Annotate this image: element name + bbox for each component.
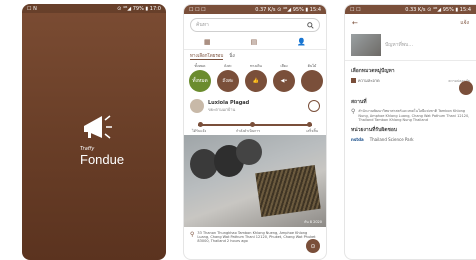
trash-bag (236, 139, 262, 165)
category-button: ทั้งหมด (189, 70, 211, 92)
category-label: ถังสะ (224, 64, 232, 68)
category-title: เลือกหมวดหมู่ปัญหา (351, 68, 395, 74)
post-category: ขยะตามแก่บ้าน (208, 106, 236, 112)
form-header: ← แจ้ง (345, 14, 476, 32)
category-noise[interactable]: เสียง ◀• (272, 63, 296, 92)
traffy-fondue-logo: Traffy Fondue (68, 112, 128, 172)
back-arrow-icon[interactable]: ← (352, 19, 358, 27)
author-name: Luxiola Plagad (208, 99, 250, 106)
post-address: ⚲ 33 Thanon Thungkhao Tambon Khlong Nuen… (184, 227, 326, 247)
straw-pile (255, 165, 321, 217)
splash-screen: ☐ N ⊙ ⁴ᴳ◢ 79% ▮ 17:0 Traffy Fondue (22, 4, 166, 260)
checkbox-label: ความสะอาด (358, 78, 380, 83)
post-header: Luxiola Plagad ขยะตามแก่บ้าน (184, 95, 326, 117)
nav-list-icon[interactable]: ▤ (251, 38, 258, 46)
category-label: ทั้งหมด (194, 64, 206, 68)
bookmark-button[interactable] (308, 100, 320, 112)
sub-tabs: ทางเลือกโดยรอบ นิ่ง (184, 52, 326, 60)
category-label: ต้นไม้ (307, 64, 317, 68)
send-button[interactable]: แจ้ง (460, 19, 469, 27)
search-input[interactable]: ค้นหา (190, 18, 320, 32)
problem-input[interactable]: ปัญหาที่พบ... (385, 41, 413, 49)
subtab-other[interactable]: นิ่ง (229, 52, 234, 60)
photo-thumbnail[interactable] (351, 34, 381, 56)
divider (184, 49, 326, 50)
post-photo[interactable]: กัน 8 2020 (184, 135, 326, 227)
checkbox-icon (351, 78, 356, 83)
problem-input-row: ปัญหาที่พบ... (345, 32, 476, 58)
camera-button[interactable]: ⊙ (306, 239, 320, 253)
category-button: ถังสะ (217, 70, 239, 92)
category-checkbox[interactable]: ความสะอาด ความปลอดภัย (351, 77, 470, 84)
status-bar: ☐ ☐ 0.33 K/s ⊙ ⁴ᴳ◢ 95% ▮ 15:4 (345, 5, 476, 14)
status-right: 0.37 K/s ⊙ ⁴ᴳ◢ 95% ▮ 15:4 (255, 6, 321, 13)
nav-profile-icon[interactable]: 👤 (297, 38, 306, 46)
post-author: Luxiola Plagad ขยะตามแก่บ้าน (208, 100, 249, 113)
location-title: สถานที่ (351, 99, 367, 105)
location-pin-icon: ⚲ (351, 108, 356, 115)
app-store-screenshots: ☐ N ⊙ ⁴ᴳ◢ 79% ▮ 17:0 Traffy Fondue ☐ ☐ ☐… (0, 0, 476, 260)
location-section: สถานที่ ⚲ สำนักงานพัฒนาวิทยาศาสตร์และเทค… (345, 94, 476, 122)
org-title: หน่วยงานที่รับผิดชอบ (351, 127, 398, 133)
report-form-screen: ☐ ☐ 0.33 K/s ⊙ ⁴ᴳ◢ 95% ▮ 15:4 ← แจ้ง ปัญ… (344, 4, 476, 260)
photo-date: กัน 8 2020 (304, 220, 322, 224)
thumbs-up-icon: 👍 (245, 70, 267, 92)
category-section: เลือกหมวดหมู่ปัญหา ความสะอาด ความปลอดภัย (345, 63, 476, 95)
status-left: ☐ ☐ ☐ (189, 6, 206, 13)
status-left: ☐ ☐ (350, 6, 361, 13)
location-text: สำนักงานพัฒนาวิทยาศาสตร์และเทคโนโลยีแห่ง… (358, 109, 470, 122)
status-timeline: ได้รับแจ้ง กำลังดำเนินการ เสร็จสิ้น (192, 119, 318, 133)
bottom-nav: ▦ ▤ 👤 (184, 37, 326, 47)
feed-screen: ☐ ☐ ☐ 0.37 K/s ⊙ ⁴ᴳ◢ 95% ▮ 15:4 ค้นหา ▦ … (183, 4, 327, 260)
status-left: ☐ N (27, 5, 37, 12)
category-all[interactable]: ทั้งหมด ทั้งหมด (188, 63, 212, 92)
category-row: ทั้งหมด ทั้งหมด ถังสะ ถังสะ ทางเดิน 👍 เส… (184, 60, 326, 95)
timeline-dot (307, 122, 312, 127)
megaphone-icon (84, 115, 112, 139)
camera-icon: ⊙ (310, 242, 316, 250)
org-name: Thailand Science Park (369, 137, 414, 142)
status-bar: ☐ ☐ ☐ 0.37 K/s ⊙ ⁴ᴳ◢ 95% ▮ 15:4 (184, 5, 326, 14)
organization-item[interactable]: nstda Thailand Science Park (351, 137, 470, 142)
status-right: ⊙ ⁴ᴳ◢ 79% ▮ 17:0 (117, 5, 161, 12)
address-text: 33 Thanon Thungkhao Tambon Khlong Nueng,… (197, 231, 316, 243)
category-label: เสียง (280, 64, 288, 68)
subtab-nearby[interactable]: ทางเลือกโดยรอบ (190, 52, 224, 60)
timeline-dot (198, 122, 203, 127)
organization-section: หน่วยงานที่รับผิดชอบ nstda Thailand Scie… (345, 122, 476, 142)
location-pin-icon: ⚲ (190, 231, 195, 238)
category-tree[interactable]: ต้นไม้ (300, 63, 324, 92)
timeline-dot (250, 122, 255, 127)
nav-feed-icon[interactable]: ▦ (204, 38, 211, 46)
timeline-label: กำลังดำเนินการ (236, 129, 261, 133)
speaker-icon: ◀• (273, 70, 295, 92)
timeline-label: ได้รับแจ้ง (192, 129, 207, 133)
search-icon[interactable] (307, 21, 314, 29)
org-logo: nstda (351, 137, 364, 142)
brand-large: Fondue (80, 152, 125, 167)
category-footpath[interactable]: ทางเดิน 👍 (244, 63, 268, 92)
search-placeholder: ค้นหา (196, 22, 209, 28)
status-bar: ☐ N ⊙ ⁴ᴳ◢ 79% ▮ 17:0 (22, 4, 166, 13)
status-right: 0.33 K/s ⊙ ⁴ᴳ◢ 95% ▮ 15:4 (405, 6, 471, 13)
timeline-line (198, 124, 312, 126)
category-cleanliness[interactable]: ถังสะ ถังสะ (216, 63, 240, 92)
avatar[interactable] (190, 99, 204, 113)
location-detail[interactable]: ⚲ สำนักงานพัฒนาวิทยาศาสตร์และเทคโนโลยีแห… (351, 108, 470, 122)
category-select-button[interactable] (459, 81, 473, 95)
divider (345, 60, 476, 61)
category-button (301, 70, 323, 92)
category-label: ทางเดิน (250, 64, 262, 68)
timeline-label: เสร็จสิ้น (306, 129, 318, 133)
